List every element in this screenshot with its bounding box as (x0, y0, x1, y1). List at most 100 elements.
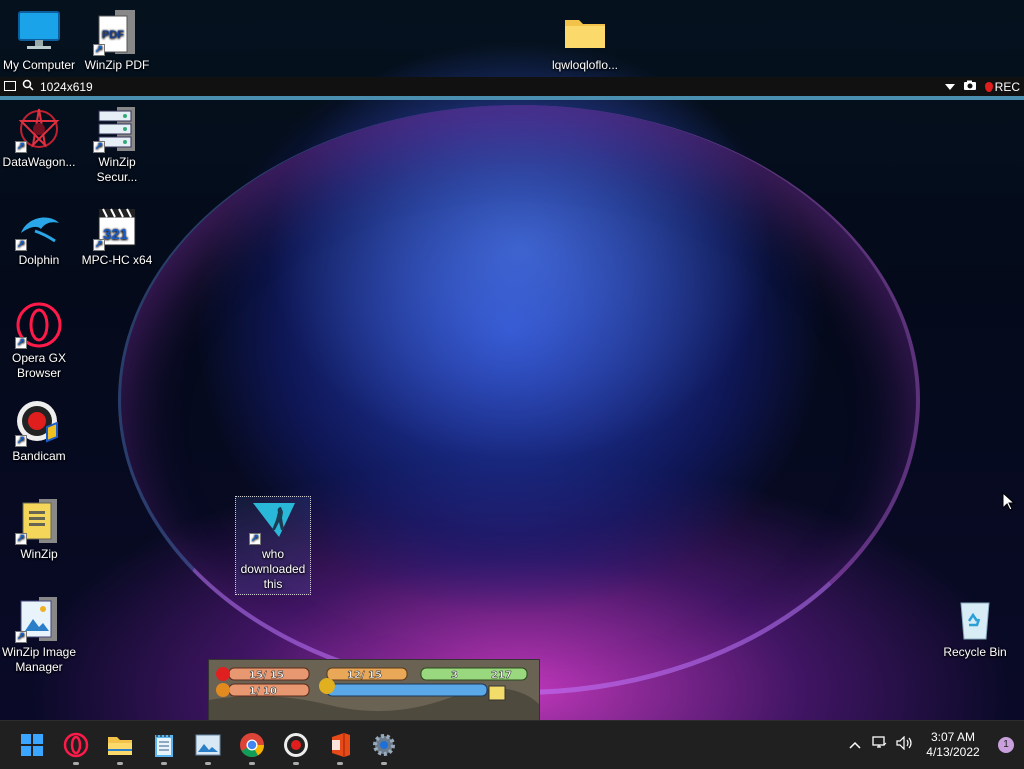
icon-label: My Computer (2, 58, 76, 72)
network-icon[interactable] (866, 735, 892, 755)
taskbar-file-explorer[interactable] (104, 729, 136, 765)
bandicam-icon: ↗ (15, 399, 63, 447)
icon-label: Dolphin (18, 253, 60, 267)
icon-label: downloaded (240, 562, 306, 576)
notepad-icon (155, 733, 173, 757)
monitor-icon (15, 8, 63, 56)
taskbar-chrome[interactable] (236, 729, 268, 765)
taskbar-notepad[interactable] (148, 729, 180, 765)
opera-gx-icon (63, 732, 89, 758)
icon-label: Browser (16, 366, 61, 380)
running-indicator (205, 762, 211, 765)
shortcut-arrow-icon: ↗ (15, 533, 27, 545)
desktop-icon-who-downloaded-this[interactable]: ↗ who downloaded this (235, 496, 311, 595)
shortcut-arrow-icon: ↗ (15, 337, 27, 349)
shortcut-arrow-icon: ↗ (249, 533, 261, 545)
record-dot-icon (984, 81, 993, 92)
svg-text:1/ 10: 1/ 10 (249, 686, 277, 697)
running-indicator (73, 762, 79, 765)
taskbar-bandicam[interactable] (280, 729, 312, 765)
desktop-icon-folder[interactable]: lqwloqloflo... (545, 8, 625, 73)
server-icon: ↗ (93, 105, 141, 153)
clock-time: 3:07 AM (930, 730, 976, 744)
folder-icon (561, 8, 609, 56)
running-indicator (161, 762, 167, 765)
chrome-icon (240, 733, 264, 758)
desktop-icon-bandicam[interactable]: ↗ Bandicam (0, 399, 78, 464)
shortcut-arrow-icon: ↗ (15, 435, 27, 447)
svg-text:321: 321 (103, 226, 128, 243)
desktop-icon-mpc-hc[interactable]: 321 ↗ MPC-HC x64 (78, 203, 156, 268)
icon-label: Secur... (96, 170, 138, 184)
svg-text:3: 3 (451, 670, 458, 681)
start-button[interactable] (16, 729, 48, 761)
triangle-figure-icon: ↗ (249, 497, 297, 545)
shortcut-arrow-icon: ↗ (15, 239, 27, 251)
icon-label: who (261, 547, 284, 561)
bandicam-icon (284, 733, 308, 757)
taskbar-image-viewer[interactable] (192, 729, 224, 765)
desktop-icon-my-computer[interactable]: My Computer (0, 8, 78, 73)
shortcut-arrow-icon: ↗ (15, 141, 27, 153)
resolution-label: 1024x619 (40, 79, 93, 94)
icon-label: Recycle Bin (943, 645, 1007, 659)
icon-label: MPC-HC x64 (81, 253, 153, 267)
desktop-icon-winzip-secure[interactable]: ↗ WinZip Secur... (78, 105, 156, 185)
wallpaper-orb (118, 105, 920, 695)
rec-button[interactable]: REC (984, 80, 1020, 94)
image-manager-icon (195, 734, 221, 756)
system-tray: 3:07 AM 4/13/2022 1 (844, 721, 1024, 769)
running-indicator (293, 762, 299, 765)
notification-badge[interactable]: 1 (988, 737, 1024, 753)
clapperboard-icon: 321 ↗ (93, 203, 141, 251)
shortcut-arrow-icon: ↗ (93, 141, 105, 153)
desktop-icon-opera-gx[interactable]: ↗ Opera GX Browser (0, 301, 78, 381)
taskbar-office[interactable] (324, 729, 356, 765)
dolphin-icon: ↗ (15, 203, 63, 251)
icon-label: WinZip Image (1, 645, 77, 659)
chevron-up-icon[interactable] (844, 736, 866, 754)
game-window-thumbnail[interactable]: 15/ 15 1/ 10 12/ 15 3 217 (208, 659, 540, 720)
desktop-icon-recycle-bin[interactable]: Recycle Bin (936, 595, 1014, 660)
winzip-icon: ↗ (15, 497, 63, 545)
recycle-bin-icon (951, 595, 999, 643)
svg-text:15/ 15: 15/ 15 (249, 670, 284, 681)
window-select-icon[interactable] (4, 80, 16, 94)
taskbar: 3:07 AM 4/13/2022 1 (0, 720, 1024, 769)
desktop-icon-dolphin[interactable]: ↗ Dolphin (0, 203, 78, 268)
icon-label: Bandicam (12, 449, 66, 463)
taskbar-opera-gx[interactable] (60, 729, 92, 765)
desktop-icon-datawagon[interactable]: ↗ DataWagon... (0, 105, 78, 170)
svg-text:217: 217 (491, 670, 512, 681)
office-icon (332, 733, 350, 757)
search-icon[interactable] (22, 79, 34, 94)
running-indicator (117, 762, 123, 765)
shortcut-arrow-icon: ↗ (15, 631, 27, 643)
running-indicator (381, 762, 387, 765)
chevron-down-icon[interactable] (944, 80, 955, 94)
clock-date: 4/13/2022 (926, 745, 980, 759)
notification-count: 1 (998, 737, 1014, 753)
volume-icon[interactable] (892, 735, 918, 755)
shortcut-arrow-icon: ↗ (93, 44, 105, 56)
running-indicator (249, 762, 255, 765)
pdf-file-icon: PDF ↗ (93, 8, 141, 56)
settings-icon (373, 734, 395, 756)
icon-label: Manager (15, 660, 63, 674)
camera-icon[interactable] (963, 80, 977, 94)
taskbar-settings[interactable] (368, 729, 400, 765)
desktop-icon-winzip[interactable]: ↗ WinZip (0, 497, 78, 562)
icon-label: WinZip (98, 155, 136, 169)
opera-gx-icon: ↗ (15, 301, 63, 349)
icon-label: this (263, 577, 283, 591)
clock[interactable]: 3:07 AM 4/13/2022 (918, 730, 988, 760)
icon-label: DataWagon... (2, 155, 76, 169)
desktop-icon-winzip-pdf[interactable]: PDF ↗ WinZip PDF (78, 8, 156, 73)
desktop-icon-winzip-image-manager[interactable]: ↗ WinZip Image Manager (0, 595, 78, 675)
svg-text:PDF: PDF (102, 29, 124, 41)
running-indicator (337, 762, 343, 765)
shortcut-arrow-icon: ↗ (93, 239, 105, 251)
file-explorer-icon (108, 737, 132, 755)
icon-label: WinZip PDF (84, 58, 150, 72)
svg-text:12/ 15: 12/ 15 (347, 670, 382, 681)
